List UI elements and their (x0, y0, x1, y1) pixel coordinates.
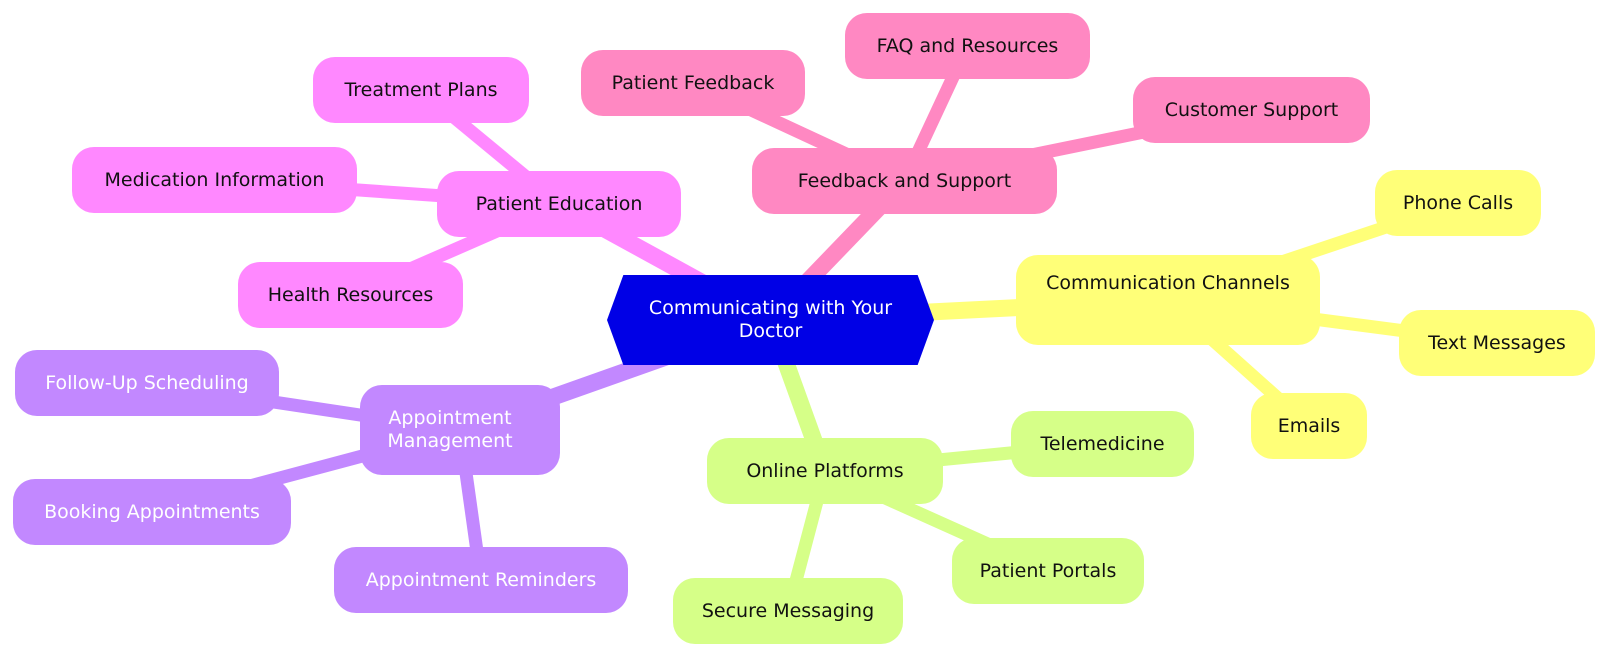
leaf-node-patient-portals[interactable]: Patient Portals (952, 538, 1144, 604)
node-label: Patient Portals (979, 559, 1117, 582)
node-label: Text Messages (1428, 331, 1566, 354)
node-label: Health Resources (267, 283, 434, 306)
node-label: Feedback and Support (797, 169, 1012, 192)
leaf-node-text-messages[interactable]: Text Messages (1399, 310, 1595, 376)
node-label: Secure Messaging (701, 599, 875, 622)
leaf-node-health-resources[interactable]: Health Resources (238, 262, 463, 328)
node-label: Telemedicine (1040, 432, 1165, 455)
root-node[interactable]: Communicating with Your Doctor (607, 275, 934, 365)
leaf-node-customer-support[interactable]: Customer Support (1133, 77, 1370, 143)
node-label: Online Platforms (746, 459, 904, 482)
node-label: Medication Information (104, 168, 325, 191)
branch-node-communication-channels[interactable]: Communication Channels (1016, 255, 1320, 345)
leaf-node-phone-calls[interactable]: Phone Calls (1375, 170, 1541, 236)
branch-node-appointment-management[interactable]: Appointment Management (360, 385, 560, 475)
leaf-node-medication-information[interactable]: Medication Information (72, 147, 357, 213)
root-label: Communicating with Your Doctor (648, 297, 893, 342)
branch-node-online-platforms[interactable]: Online Platforms (707, 438, 943, 504)
node-label: Patient Feedback (611, 71, 775, 94)
branch-node-feedback-and-support[interactable]: Feedback and Support (752, 148, 1057, 214)
node-label: FAQ and Resources (876, 34, 1059, 57)
node-label: Customer Support (1164, 98, 1339, 121)
node-label: Patient Education (475, 192, 643, 215)
node-label: Emails (1277, 414, 1341, 437)
leaf-node-booking-appointments[interactable]: Booking Appointments (13, 479, 291, 545)
node-label: Appointment Management (387, 407, 513, 452)
node-label: Communication Channels (1046, 271, 1290, 294)
leaf-node-treatment-plans[interactable]: Treatment Plans (313, 57, 529, 123)
node-label: Treatment Plans (344, 78, 498, 101)
leaf-node-faq-and-resources[interactable]: FAQ and Resources (845, 13, 1090, 79)
leaf-node-appointment-reminders[interactable]: Appointment Reminders (334, 547, 628, 613)
leaf-node-telemedicine[interactable]: Telemedicine (1011, 411, 1194, 477)
branch-node-patient-education[interactable]: Patient Education (437, 171, 681, 237)
leaf-node-patient-feedback[interactable]: Patient Feedback (581, 50, 805, 116)
leaf-node-emails[interactable]: Emails (1251, 393, 1367, 459)
leaf-node-secure-messaging[interactable]: Secure Messaging (673, 578, 903, 644)
node-label: Booking Appointments (44, 500, 260, 523)
node-label: Phone Calls (1402, 191, 1514, 214)
node-label: Follow-Up Scheduling (45, 371, 249, 394)
node-label: Appointment Reminders (365, 568, 597, 591)
leaf-node-follow-up-scheduling[interactable]: Follow-Up Scheduling (15, 350, 279, 416)
